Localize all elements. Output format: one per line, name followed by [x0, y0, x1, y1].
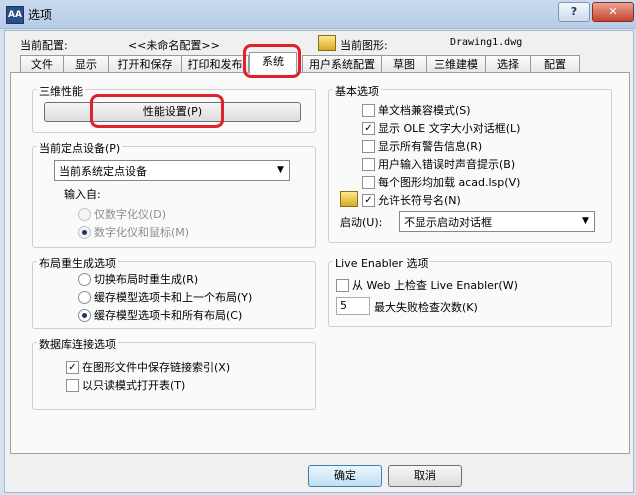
checkbox-ole-text-size-label: 显示 OLE 文字大小对话框(L)	[378, 122, 521, 135]
current-profile-value: <<未命名配置>>	[128, 39, 220, 52]
current-profile-label: 当前配置:	[20, 39, 68, 52]
tab-display[interactable]: 显示	[63, 55, 109, 73]
highlight-performance-button	[90, 94, 224, 128]
tab-user-preferences[interactable]: 用户系统配置	[302, 55, 382, 73]
tab-open-save[interactable]: 打开和保存	[108, 55, 182, 73]
tab-files[interactable]: 文件	[20, 55, 64, 73]
close-button[interactable]: ✕	[592, 2, 634, 22]
tab-selection[interactable]: 选择	[485, 55, 531, 73]
tab-plot-publish[interactable]: 打印和发布	[181, 55, 249, 73]
checkbox-open-tables-readonly[interactable]	[66, 379, 79, 392]
group-pointing-device-title: 当前定点设备(P)	[37, 140, 123, 156]
drawing-file-icon	[318, 35, 336, 51]
help-button[interactable]: ?	[558, 2, 590, 22]
accept-input-label: 输入自:	[64, 188, 101, 201]
checkbox-save-link-index[interactable]: ✓	[66, 361, 79, 374]
radio-regen-on-switch[interactable]	[78, 273, 91, 286]
group-3d-performance-title: 三维性能	[37, 83, 85, 99]
ok-button[interactable]: 确定	[308, 465, 382, 487]
checkbox-ole-text-size[interactable]: ✓	[362, 122, 375, 135]
group-db-connection-title: 数据库连接选项	[37, 336, 118, 352]
group-general-options-title: 基本选项	[333, 83, 381, 99]
checkbox-check-web-label: 从 Web 上检查 Live Enabler(W)	[352, 279, 518, 292]
radio-digitizer-only[interactable]	[78, 208, 91, 221]
pointing-device-select[interactable]: 当前系统定点设备 ▼	[54, 160, 290, 181]
current-drawing-value: Drawing1.dwg	[450, 37, 523, 48]
cancel-button[interactable]: 取消	[388, 465, 462, 487]
radio-digitizer-and-mouse[interactable]	[78, 226, 91, 239]
chevron-down-icon: ▼	[582, 216, 589, 226]
radio-cache-model-all-layouts-label: 缓存模型选项卡和所有布局(C)	[94, 309, 243, 322]
checkbox-long-symbol-names[interactable]: ✓	[362, 194, 375, 207]
checkbox-beep-on-error-label: 用户输入错误时声音提示(B)	[378, 158, 516, 171]
app-icon: AA	[6, 6, 24, 24]
checkbox-open-tables-readonly-label: 以只读模式打开表(T)	[82, 379, 186, 392]
checkbox-long-symbol-names-label: 允许长符号名(N)	[378, 194, 461, 207]
tab-profiles[interactable]: 配置	[530, 55, 580, 73]
title-bar	[0, 0, 636, 29]
checkbox-beep-on-error[interactable]	[362, 158, 375, 171]
startup-select[interactable]: 不显示启动对话框 ▼	[399, 211, 595, 232]
checkbox-load-acad-lsp[interactable]	[362, 176, 375, 189]
group-layout-regen-title: 布局重生成选项	[37, 255, 118, 271]
startup-label: 启动(U):	[340, 216, 383, 229]
checkbox-check-web[interactable]	[336, 279, 349, 292]
lock-icon	[340, 191, 358, 207]
tab-system[interactable]: 系统	[249, 52, 297, 74]
chevron-down-icon: ▼	[277, 165, 284, 175]
checkbox-save-link-index-label: 在图形文件中保存链接索引(X)	[82, 361, 231, 374]
tab-3d-modeling[interactable]: 三维建模	[426, 55, 486, 73]
radio-digitizer-only-label: 仅数字化仪(D)	[94, 208, 167, 221]
radio-cache-model-all-layouts[interactable]	[78, 309, 91, 322]
group-live-enabler-title: Live Enabler 选项	[333, 255, 431, 271]
tab-drafting[interactable]: 草图	[381, 55, 427, 73]
checkbox-show-all-warnings-label: 显示所有警告信息(R)	[378, 140, 483, 153]
radio-cache-model-last-layout[interactable]	[78, 291, 91, 304]
max-failed-checks-input[interactable]: 5	[336, 297, 370, 315]
radio-regen-on-switch-label: 切换布局时重生成(R)	[94, 273, 199, 286]
checkbox-single-document[interactable]	[362, 104, 375, 117]
current-drawing-label: 当前图形:	[340, 39, 388, 52]
pointing-device-value: 当前系统定点设备	[59, 165, 147, 178]
max-failed-checks-label: 最大失败检查次数(K)	[374, 301, 478, 314]
radio-digitizer-and-mouse-label: 数字化仪和鼠标(M)	[94, 226, 190, 239]
startup-value: 不显示启动对话框	[404, 216, 492, 229]
group-db-connection	[32, 342, 316, 410]
max-failed-checks-value: 5	[340, 299, 347, 312]
checkbox-single-document-label: 单文档兼容模式(S)	[378, 104, 471, 117]
checkbox-load-acad-lsp-label: 每个图形均加载 acad.lsp(V)	[378, 176, 521, 189]
radio-cache-model-last-layout-label: 缓存模型选项卡和上一个布局(Y)	[94, 291, 253, 304]
window-title: 选项	[28, 8, 53, 22]
checkbox-show-all-warnings[interactable]	[362, 140, 375, 153]
